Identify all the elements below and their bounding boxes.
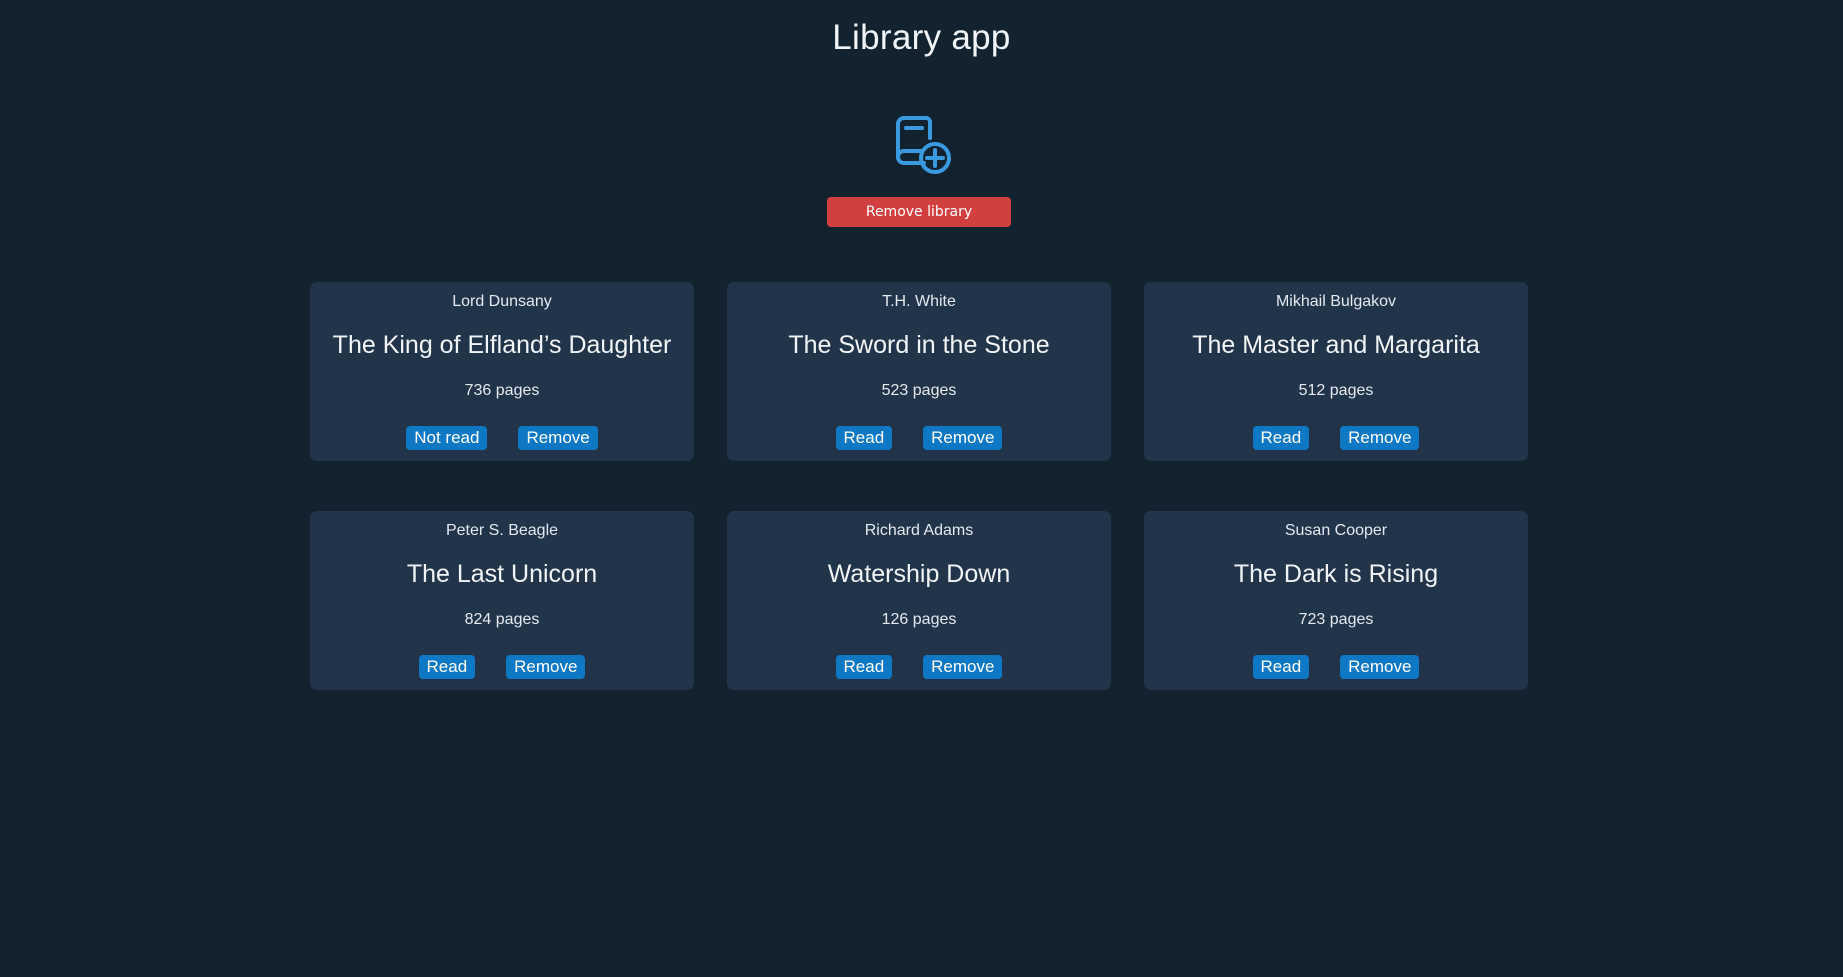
book-card: Lord Dunsany The King of Elfland’s Daugh…: [310, 282, 694, 461]
book-actions: Not read Remove: [310, 426, 694, 450]
book-title: The Dark is Rising: [1233, 560, 1439, 588]
page-title: Library app: [832, 18, 1011, 57]
book-author: Mikhail Bulgakov: [1275, 293, 1397, 310]
book-pages: 723 pages: [1298, 611, 1374, 628]
book-card: Mikhail Bulgakov The Master and Margarit…: [1144, 282, 1528, 461]
book-pages: 736 pages: [464, 382, 540, 399]
book-pages: 824 pages: [464, 611, 540, 628]
read-status-button[interactable]: Not read: [406, 426, 488, 450]
book-title: The King of Elfland’s Daughter: [332, 331, 672, 359]
book-actions: Read Remove: [727, 655, 1111, 679]
add-book-button[interactable]: [894, 114, 954, 178]
read-status-button[interactable]: Read: [418, 655, 476, 679]
book-author: Lord Dunsany: [452, 293, 552, 310]
book-author: Richard Adams: [864, 522, 974, 539]
book-title: The Last Unicorn: [406, 560, 598, 588]
read-status-button[interactable]: Read: [835, 426, 893, 450]
book-title: The Sword in the Stone: [788, 331, 1050, 359]
book-author: T.H. White: [882, 293, 956, 310]
book-card: Peter S. Beagle The Last Unicorn 824 pag…: [310, 511, 694, 690]
remove-book-button[interactable]: Remove: [506, 655, 586, 679]
book-card: T.H. White The Sword in the Stone 523 pa…: [727, 282, 1111, 461]
book-author: Susan Cooper: [1284, 522, 1388, 539]
book-plus-icon: [894, 114, 954, 178]
remove-book-button[interactable]: Remove: [1340, 426, 1420, 450]
book-actions: Read Remove: [727, 426, 1111, 450]
book-card: Richard Adams Watership Down 126 pages R…: [727, 511, 1111, 690]
book-actions: Read Remove: [310, 655, 694, 679]
book-actions: Read Remove: [1144, 426, 1528, 450]
read-status-button[interactable]: Read: [1252, 655, 1310, 679]
remove-book-button[interactable]: Remove: [518, 426, 598, 450]
book-grid: Lord Dunsany The King of Elfland’s Daugh…: [310, 282, 1528, 690]
remove-book-button[interactable]: Remove: [1340, 655, 1420, 679]
remove-book-button[interactable]: Remove: [923, 655, 1003, 679]
book-pages: 512 pages: [1298, 382, 1374, 399]
read-status-button[interactable]: Read: [1252, 426, 1310, 450]
book-author: Peter S. Beagle: [445, 522, 559, 539]
book-pages: 126 pages: [881, 611, 957, 628]
book-card: Susan Cooper The Dark is Rising 723 page…: [1144, 511, 1528, 690]
book-actions: Read Remove: [1144, 655, 1528, 679]
remove-book-button[interactable]: Remove: [923, 426, 1003, 450]
book-title: The Master and Margarita: [1192, 331, 1480, 359]
book-title: Watership Down: [827, 560, 1011, 588]
read-status-button[interactable]: Read: [835, 655, 893, 679]
book-pages: 523 pages: [881, 382, 957, 399]
remove-library-button[interactable]: Remove library: [827, 197, 1011, 227]
page: Library app Remove library Lord Dunsany …: [0, 0, 1843, 977]
